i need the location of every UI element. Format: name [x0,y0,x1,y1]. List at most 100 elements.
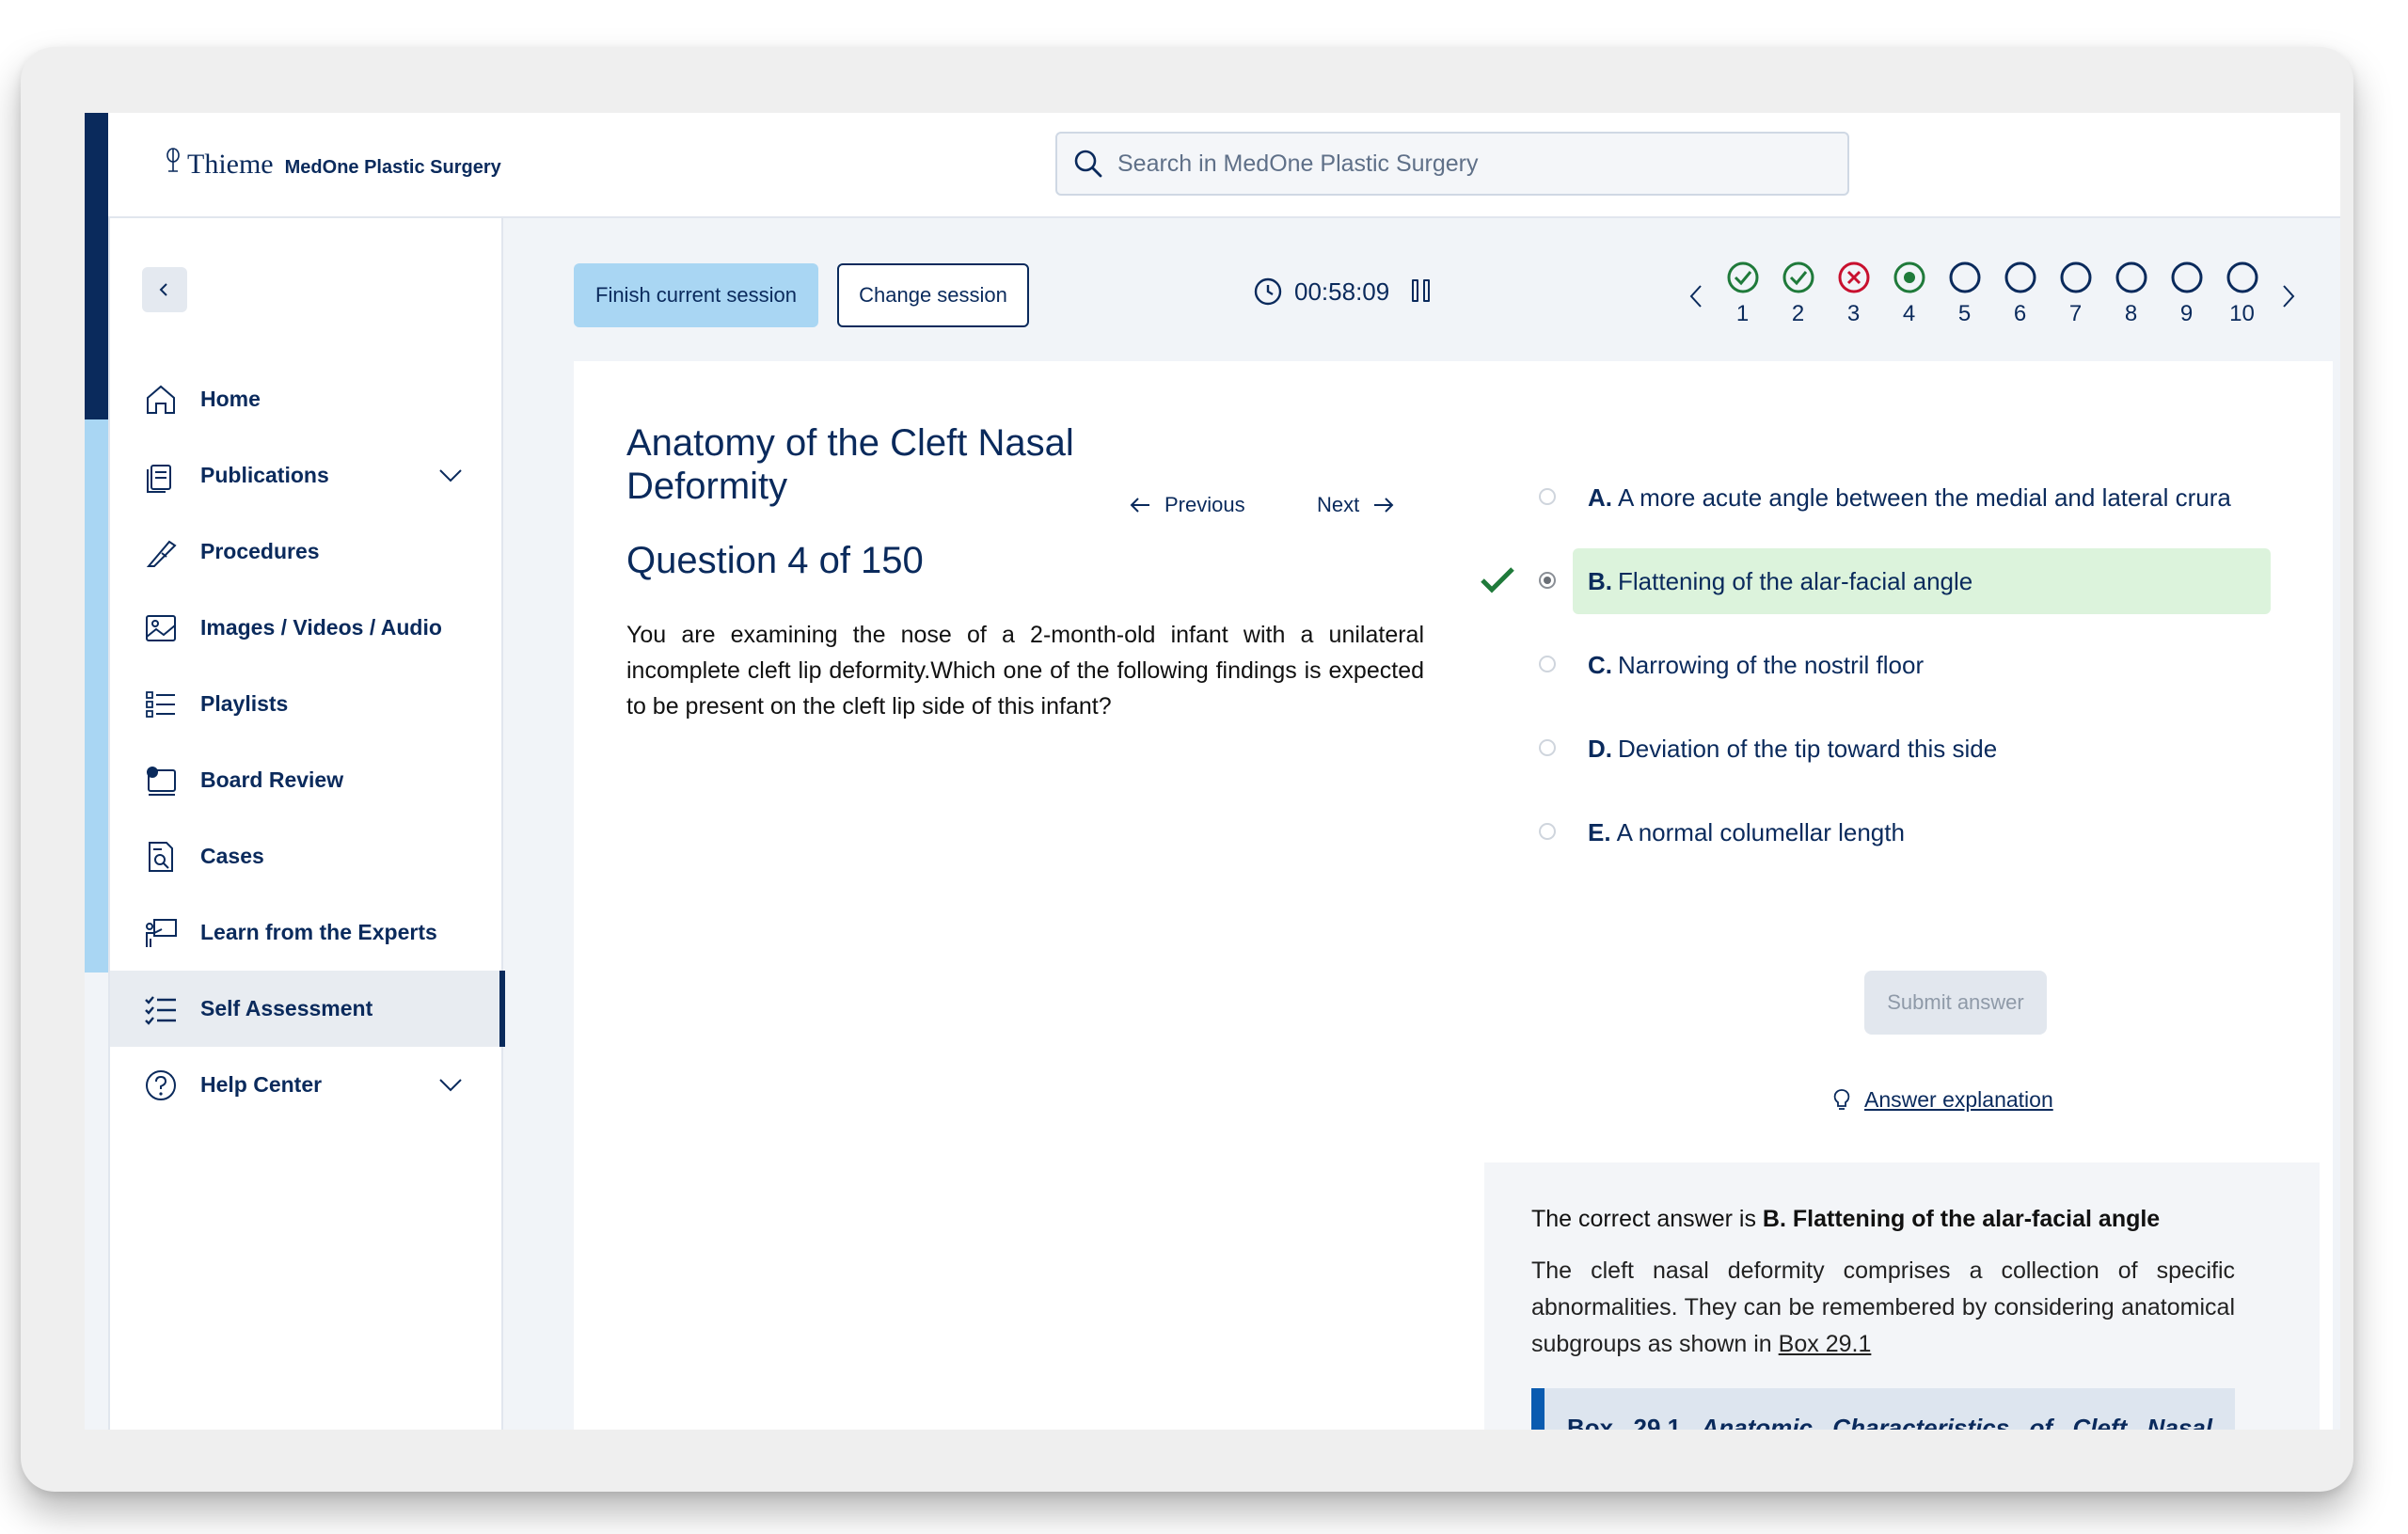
empty-circle-icon [1949,261,1980,293]
question-step-5[interactable]: 5 [1937,260,1992,327]
option-letter: D. [1588,734,1612,763]
sidebar-item-board-review[interactable]: Board Review [110,742,505,818]
chevron-down-icon[interactable] [437,464,464,486]
sidebar-item-label: Playlists [200,691,289,716]
radio-button[interactable] [1539,739,1556,756]
empty-circle-icon [2004,261,2036,293]
app-screen: Thieme MedOne Plastic Surgery Search in … [85,113,2340,1430]
search-icon [1074,150,1102,178]
sidebar-item-label: Procedures [200,539,320,563]
previous-question-link[interactable]: Previous [1129,493,1245,517]
sidebar-item-label: Cases [200,844,264,868]
question-step-8[interactable]: 8 [2103,260,2159,327]
question-step-2[interactable]: 2 [1770,260,1826,327]
option-text: Deviation of the tip toward this side [1618,734,1998,763]
answer-option-box-correct[interactable]: B. Flattening of the alar-facial angle [1573,548,2271,614]
collapse-sidebar-button[interactable] [142,267,187,312]
radio-button[interactable] [1539,656,1556,672]
publications-icon [142,457,180,495]
option-text: A normal columellar length [1616,817,1905,846]
question-step-4[interactable]: 4 [1881,260,1937,327]
question-stem: You are examining the nose of a 2-month-… [626,622,1424,720]
session-toolbar: Finish current session Change session 00… [574,260,2323,339]
correct-answer-value: B. Flattening of the alar-facial angle [1762,1206,2161,1232]
option-letter: E. [1588,817,1611,846]
explanation-body: The cleft nasal deformity comprises a co… [1531,1253,2235,1363]
question-topic-title: Anatomy of the Cleft Nasal Deformity [626,422,1074,507]
sidebar-item-self-assessment[interactable]: Self Assessment [110,971,505,1047]
answer-options: A. A more acute angle between the medial … [1479,455,2325,874]
clock-icon [1254,277,1282,306]
question-step-1[interactable]: 1 [1715,260,1770,327]
checkmark-icon [1481,567,1514,593]
radio-button[interactable] [1539,823,1556,840]
answer-option-box[interactable]: C. Narrowing of the nostril floor [1573,632,2271,698]
answer-option-box[interactable]: E. A normal columellar length [1573,799,2271,865]
question-step-number: 7 [2068,301,2083,326]
question-navigator: 1 2 3 4 5 6 7 8 9 10 [1677,260,2307,327]
sidebar-item-images-videos-audio[interactable]: Images / Videos / Audio [110,590,505,666]
sidebar-item-procedures[interactable]: Procedures [110,514,505,590]
option-letter: B. [1588,566,1612,595]
box-reference-link[interactable]: Box 29.1 [1779,1331,1872,1357]
sidebar-item-label: Images / Videos / Audio [200,615,442,640]
sidebar-item-label: Learn from the Experts [200,920,437,944]
finish-session-button[interactable]: Finish current session [574,263,818,327]
sidebar-item-cases[interactable]: Cases [110,818,505,894]
question-step-number: 8 [2124,301,2138,326]
question-step-6[interactable]: 6 [1992,260,2048,327]
logo-brand-text: Thieme [187,149,274,180]
answer-option-a[interactable]: A. A more acute angle between the medial … [1479,455,2325,539]
question-step-number: 9 [2179,301,2194,326]
question-step-9[interactable]: 9 [2159,260,2214,327]
sidebar-item-label: Board Review [200,767,344,792]
chevron-down-icon[interactable] [437,1073,464,1096]
answer-option-e[interactable]: E. A normal columellar length [1479,790,2325,874]
question-step-3[interactable]: 3 [1826,260,1881,327]
answer-option-box[interactable]: A. A more acute angle between the medial … [1573,465,2271,530]
option-text: Flattening of the alar-facial angle [1618,566,1973,595]
correct-answer-line: The correct answer is B. Flattening of t… [1531,1206,2160,1233]
search-bar[interactable] [1055,132,1849,196]
submit-answer-button[interactable]: Submit answer [1864,971,2047,1035]
scalpel-icon [142,533,180,571]
accent-bar-dark [85,113,108,419]
question-step-number: 5 [1957,301,1972,326]
answer-option-c[interactable]: C. Narrowing of the nostril floor [1479,623,2325,706]
question-step-number: 6 [2013,301,2027,326]
sidebar-item-learn-from-experts[interactable]: Learn from the Experts [110,894,505,971]
presentation-icon [142,914,180,952]
answer-option-box[interactable]: D. Deviation of the tip toward this side [1573,716,2271,782]
answer-explanation-link[interactable]: Answer explanation [1832,1087,2053,1113]
next-question-link[interactable]: Next [1317,493,1395,517]
answer-option-d[interactable]: D. Deviation of the tip toward this side [1479,706,2325,790]
previous-label: Previous [1164,493,1245,516]
arrow-right-icon [1374,498,1394,513]
sidebar-item-home[interactable]: Home [110,361,505,437]
question-step-10[interactable]: 10 [2214,260,2270,327]
sidebar-item-publications[interactable]: Publications [110,437,505,514]
home-icon [142,381,180,419]
answer-option-b[interactable]: B. Flattening of the alar-facial angle [1479,539,2325,623]
radio-button-selected[interactable] [1539,572,1556,589]
question-nav-next[interactable] [2270,273,2307,320]
change-session-button[interactable]: Change session [837,263,1029,327]
question-nav-prev[interactable] [1677,273,1715,320]
check-circle-icon [1782,261,1814,293]
correct-answer-prefix: The correct answer is [1531,1206,1756,1232]
cases-icon [142,838,180,876]
option-letter: A. [1588,482,1612,512]
sidebar-item-help-center[interactable]: Help Center [110,1047,505,1123]
empty-circle-icon [2060,261,2091,293]
chevron-right-icon [2283,285,2295,308]
sidebar-item-playlists[interactable]: Playlists [110,666,505,742]
current-circle-icon [1893,261,1925,293]
pause-icon[interactable] [1412,279,1434,304]
thieme-logo-icon [166,148,180,172]
checklist-icon [142,990,180,1028]
search-input[interactable] [1117,150,1832,178]
option-text: Narrowing of the nostril floor [1618,650,1925,679]
question-step-7[interactable]: 7 [2048,260,2103,327]
logo[interactable]: Thieme MedOne Plastic Surgery [163,147,501,181]
radio-button[interactable] [1539,488,1556,505]
